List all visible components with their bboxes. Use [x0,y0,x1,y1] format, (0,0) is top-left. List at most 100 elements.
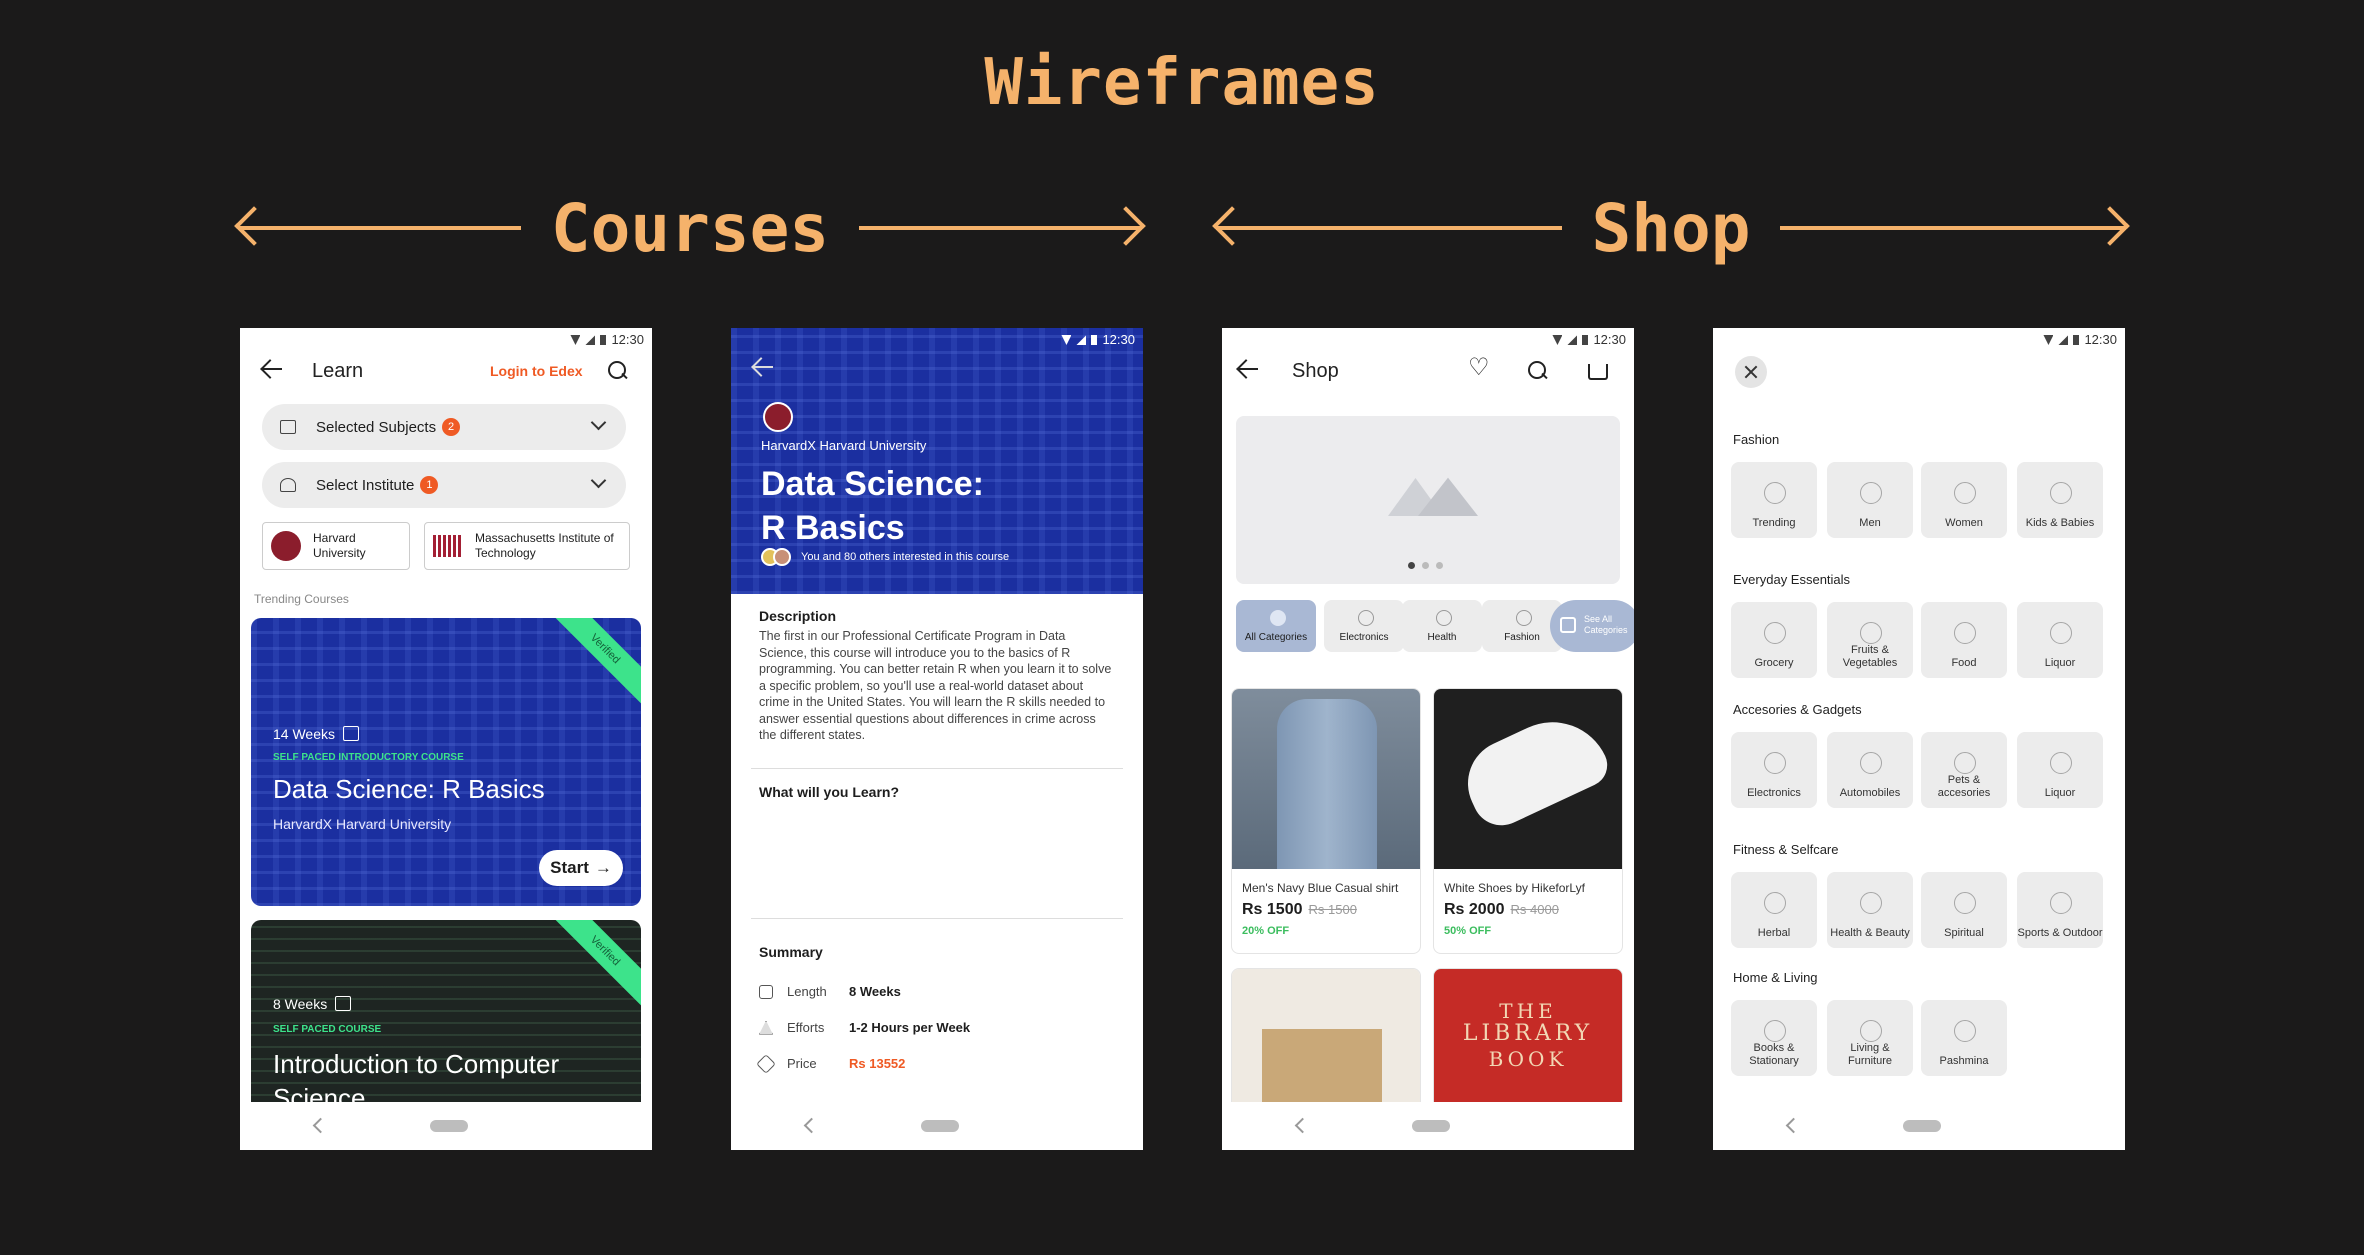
product-price: Rs 1500 Rs 1500 [1242,901,1357,919]
nav-back-icon[interactable] [1294,1117,1311,1134]
nav-home-button[interactable] [430,1120,468,1132]
carousel-dot[interactable] [1436,562,1443,569]
tag-icon [756,1053,776,1074]
category-tile-label: Men [1859,516,1881,529]
institution-chip-harvard[interactable]: Harvard University [262,522,410,570]
description-heading: Description [759,608,837,624]
course-card[interactable]: Verified 8 Weeks SELF PACED COURSE Intro… [251,920,641,1120]
courses-header: Courses [238,188,1142,268]
android-nav-bar [1713,1102,2125,1150]
carousel-dot[interactable] [1408,562,1415,569]
category-tile-label: Herbal [1757,926,1791,939]
course-tag: SELF PACED COURSE [273,1024,382,1035]
category-tile[interactable]: Food [1921,602,2007,678]
android-nav-bar [240,1102,652,1150]
see-all-categories-button[interactable]: See All Categories [1550,600,1634,652]
nav-back-icon[interactable] [803,1117,820,1134]
interested-row: You and 80 others interested in this cou… [761,548,1009,566]
category-tile-label: Health & Beauty [1830,926,1910,939]
category-tile-label: Fruits & Vegetables [1842,643,1898,669]
category-tile[interactable]: Spiritual [1921,872,2007,948]
start-button[interactable]: Start → [539,850,623,886]
nav-home-button[interactable] [1412,1120,1450,1132]
summary-row: Efforts 1-2 Hours per Week [759,1020,970,1035]
course-institution: HarvardX Harvard University [761,438,927,453]
signal-icon [1567,335,1578,345]
signal-icon [1076,335,1087,345]
category-tile[interactable]: Fruits & Vegetables [1827,602,1913,678]
category-tile[interactable]: Grocery [1731,602,1817,678]
back-icon[interactable] [1236,358,1258,380]
institution-chip-mit[interactable]: Massachusetts Institute of Technology [424,522,630,570]
course-title-line: Data Science: [761,465,984,503]
category-tile[interactable]: Pets & accesories [1921,732,2007,808]
summary-value: 1-2 Hours per Week [849,1020,971,1035]
login-link[interactable]: Login to Edex [490,363,583,379]
book-cover-text: BOOK [1488,1047,1568,1071]
product-card[interactable]: White Shoes by HikeforLyf Rs 2000 Rs 4000… [1433,688,1623,954]
close-icon[interactable] [1735,356,1767,388]
category-chip-electronics[interactable]: Electronics [1324,600,1404,652]
category-tile[interactable]: Books & Stationary [1731,1000,1817,1076]
category-tile-label: Grocery [1754,656,1794,669]
category-tile[interactable]: Kids & Babies [2017,462,2103,538]
status-time: 12:30 [2084,332,2117,347]
category-tile[interactable]: Herbal [1731,872,1817,948]
wifi-icon [570,335,581,345]
screen-title: Learn [312,360,364,382]
course-tag: SELF PACED INTRODUCTORY COURSE [273,752,464,763]
course-detail-screen: 12:30 HarvardX Harvard University Data S… [731,328,1143,1150]
carousel-dot[interactable] [1422,562,1429,569]
category-section-title: Everyday Essentials [1733,572,1851,587]
learn-heading: What will you Learn? [759,784,900,800]
category-tile[interactable]: Automobiles [1827,732,1913,808]
verified-ribbon: Verified [546,920,641,1010]
category-tile[interactable]: Pashmina [1921,1000,2007,1076]
course-card[interactable]: Verified 14 Weeks SELF PACED INTRODUCTOR… [251,618,641,906]
arrow-right-icon: → [594,858,612,877]
status-time: 12:30 [1102,332,1135,347]
graduation-cap-icon [280,478,296,492]
search-icon[interactable] [608,361,628,381]
screen-title: Shop [1292,360,1339,382]
product-name: White Shoes by HikeforLyf [1444,881,1585,895]
subjects-badge: 2 [442,418,461,436]
image-placeholder-icon [1388,468,1478,516]
category-tile[interactable]: Sports & Outdoor [2017,872,2103,948]
category-section-title: Fitness & Selfcare [1733,842,1839,857]
trending-label: Trending Courses [254,592,349,606]
product-name: Men's Navy Blue Casual shirt [1242,881,1399,895]
start-label: Start [550,858,589,877]
battery-icon [1091,335,1098,345]
category-tile[interactable]: Liquor [2017,732,2103,808]
search-icon[interactable] [1528,361,1548,381]
category-tile[interactable]: Electronics [1731,732,1817,808]
subjects-dropdown[interactable]: Selected Subjects 2 [262,404,626,450]
category-tile-label: Food [1951,656,1977,669]
promo-banner[interactable] [1236,416,1620,584]
course-title-line: R Basics [761,509,905,547]
category-tile[interactable]: Living & Furniture [1827,1000,1913,1076]
category-tile[interactable]: Women [1921,462,2007,538]
institute-dropdown[interactable]: Select Institute 1 [262,462,626,508]
product-card[interactable]: Men's Navy Blue Casual shirt Rs 1500 Rs 1… [1231,688,1421,954]
back-icon[interactable] [260,358,282,380]
nav-home-button[interactable] [921,1120,959,1132]
category-chip-all[interactable]: All Categories [1236,600,1316,652]
cart-icon[interactable] [1588,364,1608,380]
product-price: Rs 2000 Rs 4000 [1444,901,1559,919]
category-tile[interactable]: Trending [1731,462,1817,538]
category-tile[interactable]: Liquor [2017,602,2103,678]
heart-icon[interactable]: ♡ [1468,356,1490,380]
nav-back-icon[interactable] [1785,1117,1802,1134]
wifi-icon [1552,335,1563,345]
nav-back-icon[interactable] [312,1117,329,1134]
effort-icon [759,1020,773,1035]
category-tile[interactable]: Health & Beauty [1827,872,1913,948]
battery-icon [600,335,607,345]
category-tile[interactable]: Men [1827,462,1913,538]
back-icon[interactable] [751,356,773,378]
category-chip-health[interactable]: Health [1402,600,1482,652]
nav-home-button[interactable] [1903,1120,1941,1132]
category-tile-label: Kids & Babies [2025,516,2095,529]
